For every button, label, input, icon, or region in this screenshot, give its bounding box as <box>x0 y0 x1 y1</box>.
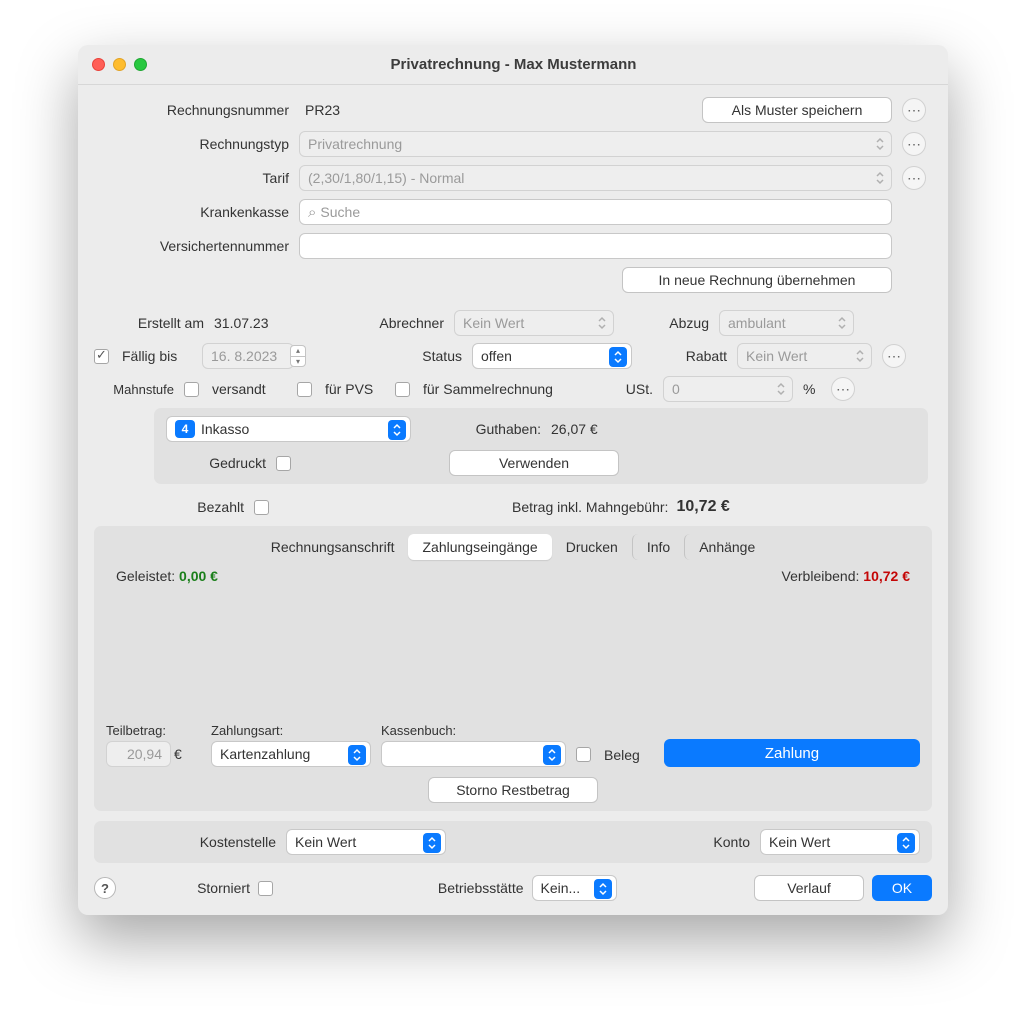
zoom-icon[interactable] <box>134 58 147 71</box>
geleistet-label: Geleistet: <box>116 568 175 584</box>
rechnungstyp-select[interactable]: Privatrechnung <box>299 131 892 157</box>
fallig-label: Fällig bis <box>122 348 192 364</box>
verbleibend-label: Verbleibend: <box>782 568 860 584</box>
inkasso-select[interactable]: 4 Inkasso <box>166 416 411 442</box>
versichertennr-label: Versichertennummer <box>94 238 289 254</box>
storniert-label: Storniert <box>130 880 250 896</box>
rabatt-label: Rabatt <box>642 348 727 364</box>
more-icon[interactable]: ⋯ <box>902 166 926 190</box>
verlauf-button[interactable]: Verlauf <box>754 875 864 901</box>
sammelrechnung-label: für Sammelrechnung <box>423 381 583 397</box>
bezahlt-label: Bezahlt <box>94 499 244 515</box>
verbleibend-value: 10,72 € <box>863 568 910 584</box>
kassenbuch-label: Kassenbuch: <box>381 723 566 738</box>
konto-label: Konto <box>680 834 750 850</box>
erstellt-label: Erstellt am <box>94 315 204 331</box>
fallig-date[interactable]: 16. 8.2023 <box>202 343 294 369</box>
ust-label: USt. <box>593 381 653 397</box>
window: Privatrechnung - Max Mustermann Rechnung… <box>78 45 948 915</box>
rechnungsnummer-value: PR23 <box>299 102 340 118</box>
betriebsst-label: Betriebsstätte <box>414 880 524 896</box>
tabbar: Rechnungsanschrift Zahlungseingänge Druc… <box>106 534 920 560</box>
date-stepper[interactable]: ▴▾ <box>290 345 306 367</box>
erstellt-value: 31.07.23 <box>214 315 324 331</box>
krankenkasse-label: Krankenkasse <box>94 204 289 220</box>
mahnstufe-label: Mahnstufe <box>94 382 174 397</box>
abrechner-select[interactable]: Kein Wert <box>454 310 614 336</box>
help-button[interactable]: ? <box>94 877 116 899</box>
versandt-checkbox[interactable] <box>184 382 199 397</box>
window-title: Privatrechnung - Max Mustermann <box>147 56 880 73</box>
betrag-label: Betrag inkl. Mahngebühr: <box>512 499 668 515</box>
rechnungsnummer-label: Rechnungsnummer <box>94 102 289 118</box>
inkasso-badge: 4 <box>175 420 195 438</box>
titlebar: Privatrechnung - Max Mustermann <box>78 45 948 85</box>
content: Rechnungsnummer PR23 Als Muster speicher… <box>78 85 948 915</box>
guthaben-value: 26,07 € <box>551 421 721 437</box>
kostenstelle-label: Kostenstelle <box>106 834 276 850</box>
tab-anhaenge[interactable]: Anhänge <box>684 534 769 560</box>
tarif-label: Tarif <box>94 170 289 186</box>
teilbetrag-input[interactable]: 20,94 <box>106 741 171 767</box>
abzug-label: Abzug <box>624 315 709 331</box>
als-muster-button[interactable]: Als Muster speichern <box>702 97 892 123</box>
more-icon[interactable]: ⋯ <box>902 132 926 156</box>
more-icon[interactable]: ⋯ <box>882 344 906 368</box>
kassenbuch-select[interactable] <box>381 741 566 767</box>
pvs-checkbox[interactable] <box>297 382 312 397</box>
teilbetrag-cur: € <box>174 746 182 762</box>
zahlungsart-select[interactable]: Kartenzahlung <box>211 741 371 767</box>
storniert-checkbox[interactable] <box>258 881 273 896</box>
neue-rechnung-button[interactable]: In neue Rechnung übernehmen <box>622 267 892 293</box>
konto-select[interactable]: Kein Wert <box>760 829 920 855</box>
krankenkasse-input[interactable]: Suche <box>299 199 892 225</box>
tab-rechnungsanschrift[interactable]: Rechnungsanschrift <box>257 534 409 560</box>
teilbetrag-label: Teilbetrag: <box>106 723 201 738</box>
storno-restbetrag-button[interactable]: Storno Restbetrag <box>428 777 598 803</box>
ok-button[interactable]: OK <box>872 875 932 901</box>
gedruckt-label: Gedruckt <box>166 455 266 471</box>
tarif-select[interactable]: (2,30/1,80/1,15) - Normal <box>299 165 892 191</box>
bezahlt-checkbox[interactable] <box>254 500 269 515</box>
beleg-checkbox[interactable] <box>576 747 591 762</box>
tab-zahlungseingaenge[interactable]: Zahlungseingänge <box>408 534 551 560</box>
rechnungstyp-label: Rechnungstyp <box>94 136 289 152</box>
zahlungsart-label: Zahlungsart: <box>211 723 371 738</box>
abrechner-label: Abrechner <box>334 315 444 331</box>
tab-info[interactable]: Info <box>632 534 684 560</box>
ust-select[interactable]: 0 <box>663 376 793 402</box>
more-icon[interactable]: ⋯ <box>831 377 855 401</box>
fallig-checkbox[interactable] <box>94 349 109 364</box>
traffic-lights <box>92 58 147 71</box>
pvs-label: für PVS <box>325 381 385 397</box>
zahlung-button[interactable]: Zahlung <box>664 739 920 767</box>
guthaben-label: Guthaben: <box>421 421 541 437</box>
ust-pct: % <box>803 381 821 397</box>
versandt-label: versandt <box>212 381 287 397</box>
minimize-icon[interactable] <box>113 58 126 71</box>
beleg-label: Beleg <box>604 747 654 763</box>
verwenden-button[interactable]: Verwenden <box>449 450 619 476</box>
geleistet-value: 0,00 € <box>179 568 218 584</box>
versichertennr-input[interactable] <box>299 233 892 259</box>
tab-drucken[interactable]: Drucken <box>552 534 632 560</box>
close-icon[interactable] <box>92 58 105 71</box>
gedruckt-checkbox[interactable] <box>276 456 291 471</box>
status-select[interactable]: offen <box>472 343 632 369</box>
betrag-value: 10,72 € <box>676 498 729 516</box>
kostenstelle-select[interactable]: Kein Wert <box>286 829 446 855</box>
status-label: Status <box>355 348 462 364</box>
sammelrechnung-checkbox[interactable] <box>395 382 410 397</box>
more-icon[interactable]: ⋯ <box>902 98 926 122</box>
betriebsst-select[interactable]: Kein... <box>532 875 617 901</box>
abzug-select[interactable]: ambulant <box>719 310 854 336</box>
rabatt-select[interactable]: Kein Wert <box>737 343 872 369</box>
